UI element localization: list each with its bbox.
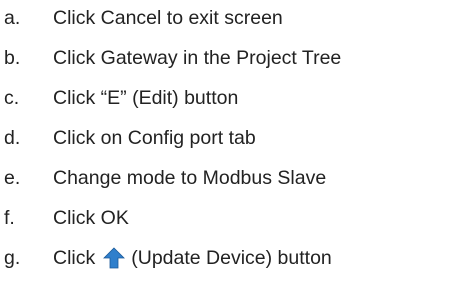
list-marker: a. [4,6,21,29]
list-marker: b. [4,46,21,69]
step-text: Click Cancel to exit screen [53,6,283,29]
list-marker: c. [4,86,20,109]
update-device-arrow-icon [101,245,128,271]
step-text-with-icon: Click (Update Device) button [53,245,332,271]
list-marker: e. [4,166,21,189]
step-text-before-icon: Click [53,246,96,269]
step-text: Click Gateway in the Project Tree [53,46,342,69]
step-text-after-icon: (Update Device) button [131,246,332,269]
step-text: Click on Config port tab [53,126,256,149]
step-text: Click OK [53,206,129,229]
step-text: Change mode to Modbus Slave [53,166,327,189]
step-text: Click “E” (Edit) button [53,86,239,109]
instruction-list: a. Click Cancel to exit screen b. Click … [0,0,462,282]
list-marker: f. [4,206,15,229]
list-marker: d. [4,126,21,149]
list-marker: g. [4,246,21,269]
